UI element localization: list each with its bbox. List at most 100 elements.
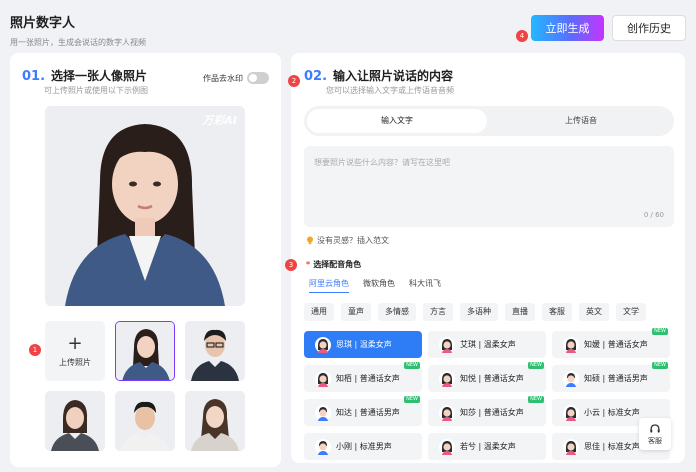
new-tag: NEW [404,396,420,403]
voice-card[interactable]: 知莎 | 普通话女声 NEW [428,396,546,426]
voice-card[interactable]: 知达 | 普通话男声 NEW [304,396,422,426]
step-subtitle: 您可以选择输入文字或上传语音音频 [326,86,454,95]
tab-text-input[interactable]: 输入文字 [307,109,487,133]
voice-label: 知硕 | 普通话男声 [584,374,648,383]
watermark-toggle[interactable]: 作品去水印 [203,72,269,84]
voice-title-text: 选择配音角色 [313,260,362,269]
page-header: 照片数字人 用一张照片，生成会说话的数字人视频 [10,12,146,48]
sample-photo-4[interactable] [115,391,175,451]
chip-child[interactable]: 童声 [341,303,371,321]
char-counter: 0 / 60 [643,211,664,219]
female-avatar-icon [315,370,331,387]
voice-label: 知媛 | 普通话女声 [584,340,648,349]
voice-label: 艾琪 | 温柔女声 [460,340,516,349]
sample-photo-2-image [185,321,245,381]
header-actions: 立即生成 创作历史 [531,15,686,41]
male-avatar-icon [563,370,579,387]
step-number: 01. [22,69,46,84]
page-title: 照片数字人 [10,16,76,31]
sample-photo-1-image [116,322,174,380]
new-tag: NEW [652,328,668,335]
selected-portrait: 万彩AI [45,106,245,306]
voice-label: 思琪 | 温柔女声 [336,340,392,349]
step-badge-3: 3 [285,259,297,271]
upload-photo-button[interactable]: + 上传照片 [45,321,105,381]
new-tag: NEW [528,362,544,369]
female-avatar-icon [439,336,455,353]
step-title-photo: 01. 选择一张人像照片 [22,67,147,84]
step-badge-2: 2 [288,75,300,87]
voice-card[interactable]: 若兮 | 温柔女声 [428,433,546,460]
new-tag: NEW [652,362,668,369]
tab-microsoft[interactable]: 微软角色 [363,278,395,293]
chip-livestream[interactable]: 直播 [505,303,535,321]
chip-literature[interactable]: 文学 [616,303,646,321]
new-tag: NEW [528,396,544,403]
voice-card[interactable]: 知栢 | 普通话女声 NEW [304,362,422,392]
required-mark: * [306,260,311,269]
chip-dialect[interactable]: 方言 [423,303,453,321]
voice-label: 知莎 | 普通话女声 [460,408,524,417]
voice-label: 知悦 | 普通话女声 [460,374,524,383]
chip-emotional[interactable]: 多情感 [378,303,416,321]
male-avatar-icon [315,438,331,455]
plus-icon: + [67,332,83,354]
sample-photo-3[interactable] [45,391,105,451]
voice-label: 知栢 | 普通话女声 [336,374,400,383]
generate-button[interactable]: 立即生成 [531,15,604,41]
female-avatar-icon [563,438,579,455]
voice-label: 小云 | 标准女声 [584,408,640,417]
chip-multilingual[interactable]: 多语种 [460,303,498,321]
voice-vendor-tabs: 阿里云角色 微软角色 科大讯飞 [309,278,441,293]
service-label: 客服 [648,436,662,445]
female-avatar-icon [439,404,455,421]
female-avatar-icon [563,336,579,353]
history-button[interactable]: 创作历史 [612,15,686,41]
tab-voice-upload[interactable]: 上传语音 [491,109,671,133]
tab-iflytek[interactable]: 科大讯飞 [409,278,441,293]
new-tag: NEW [404,362,420,369]
portrait-image [45,106,245,306]
upload-label: 上传照片 [59,357,91,367]
watermark-switch[interactable] [247,72,269,84]
insert-sample-link[interactable]: 没有灵感？插入范文 [306,235,389,246]
sample-photo-2[interactable] [185,321,245,381]
input-mode-tabs: 输入文字 上传语音 [304,106,674,136]
voice-card[interactable]: 思琪 | 温柔女声 [304,331,422,358]
step-title-text: 选择一张人像照片 [51,69,148,83]
voice-card[interactable]: 知悦 | 普通话女声 NEW [428,362,546,392]
customer-service-button[interactable]: 客服 [639,418,671,450]
text-placeholder: 想要照片说些什么内容？请写在这里吧 [314,158,450,167]
sample-photo-1[interactable] [115,321,175,381]
photo-panel: 01. 选择一张人像照片 可上传照片或使用以下示例图 作品去水印 万彩AI 1 +… [10,53,281,467]
tab-aliyun[interactable]: 阿里云角色 [309,278,349,293]
sample-photo-4-image [115,391,175,451]
lightbulb-icon [307,236,313,245]
sample-photo-3-image [45,391,105,451]
voice-label: 思佳 | 标准女声 [584,442,640,451]
step-title-content: 02. 输入让照片说话的内容 [304,67,453,84]
voice-label: 知达 | 普通话男声 [336,408,400,417]
sample-photo-5[interactable] [185,391,245,451]
insert-sample-label: 没有灵感？插入范文 [317,236,389,245]
chip-service[interactable]: 客服 [542,303,572,321]
content-panel: 02. 输入让照片说话的内容 您可以选择输入文字或上传语音音频 输入文字 上传语音… [291,53,685,463]
voice-card[interactable]: 小刚 | 标准男声 [304,433,422,460]
voice-label: 若兮 | 温柔女声 [460,442,516,451]
voice-style-filters: 通用 童声 多情感 方言 多语种 直播 客服 英文 文学 [304,303,646,321]
voice-card[interactable]: 知硕 | 普通话男声 NEW [552,362,670,392]
female-avatar-icon [563,404,579,421]
chip-general[interactable]: 通用 [304,303,334,321]
voice-card[interactable]: 艾琪 | 温柔女声 [428,331,546,358]
watermark-logo: 万彩AI [202,114,237,127]
sample-photo-5-image [185,391,245,451]
watermark-label: 作品去水印 [203,73,243,83]
step-badge-1: 1 [29,344,41,356]
step-subtitle: 可上传照片或使用以下示例图 [44,86,148,95]
speech-text-input[interactable]: 想要照片说些什么内容？请写在这里吧 0 / 60 [304,146,674,227]
female-avatar-icon [439,370,455,387]
chip-english[interactable]: 英文 [579,303,609,321]
step-title-text: 输入让照片说话的内容 [333,69,454,83]
voice-section-title: * 选择配音角色 [306,259,361,270]
voice-card[interactable]: 知媛 | 普通话女声 NEW [552,328,670,358]
